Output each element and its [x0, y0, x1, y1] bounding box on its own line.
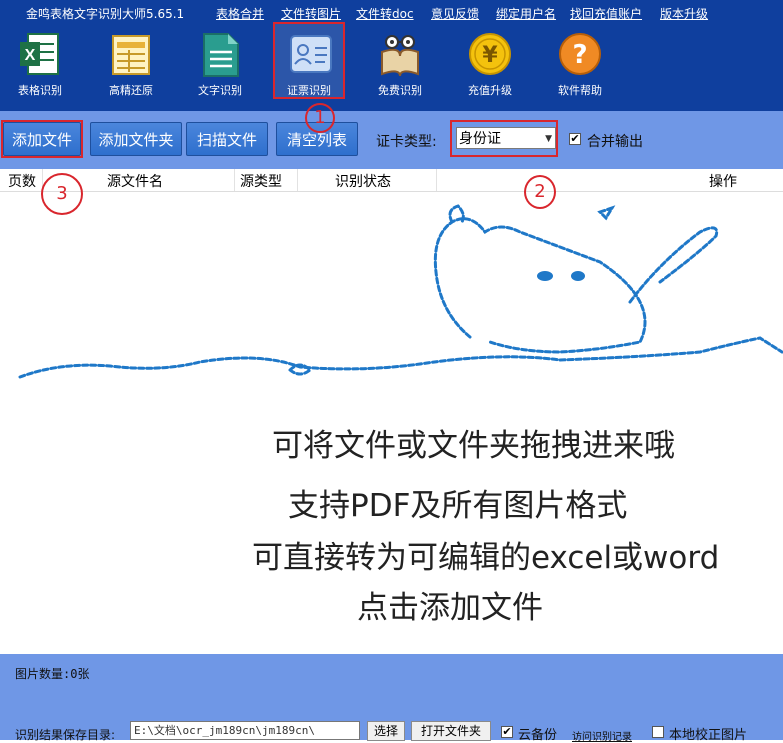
svg-text:?: ? [572, 40, 587, 70]
highlight-card-type [450, 120, 558, 157]
merge-output-label: 合并输出 [587, 134, 643, 150]
highlight-add-file [1, 120, 83, 158]
drop-hint-line-4[interactable]: 点击添加文件 [357, 582, 543, 627]
merge-output-checkbox[interactable]: ✔ [569, 133, 581, 145]
menu-version-upgrade[interactable]: 版本升级 [660, 5, 708, 22]
menu-recover-account[interactable]: 找回充值账户 [570, 5, 642, 22]
column-divider [297, 169, 298, 191]
app-title: 金鸣表格文字识别大师5.65.1 [26, 7, 185, 21]
menu-file-to-image[interactable]: 文件转图片 [281, 5, 341, 22]
menu-feedback[interactable]: 意见反馈 [431, 5, 479, 22]
action-toolbar: 添加文件 添加文件夹 扫描文件 清空列表 证卡类型: 身份证 ▼ ✔ 合并输出 [0, 111, 783, 169]
menu-bar: 金鸣表格文字识别大师5.65.1 表格合并 文件转图片 文件转doc 意见反馈 … [0, 5, 783, 23]
menu-bind-username[interactable]: 绑定用户名 [496, 5, 556, 22]
save-dir-label: 识别结果保存目录: [15, 728, 116, 742]
svg-text:¥: ¥ [482, 43, 498, 68]
add-folder-button[interactable]: 添加文件夹 [90, 122, 182, 156]
tool-high-precision-restore[interactable]: 高精还原 [95, 28, 167, 98]
help-icon: ? [559, 33, 601, 75]
column-source-file: 源文件名 [107, 174, 163, 190]
drop-hint-line-3: 可直接转为可编辑的excel或word [252, 540, 720, 576]
status-panel: 图片数量:0张 识别结果保存目录: E:\文档\ocr_jm189cn\jm18… [0, 654, 783, 743]
card-type-label: 证卡类型: [376, 134, 437, 150]
excel-icon: X [20, 33, 59, 75]
cloud-backup-checkbox[interactable]: ✔ [501, 726, 513, 738]
tool-recharge-upgrade[interactable]: ¥ 充值升级 [454, 28, 526, 98]
menu-file-to-doc[interactable]: 文件转doc [356, 5, 414, 22]
yen-coin-icon: ¥ [469, 33, 511, 75]
tool-free-recognition[interactable]: 免费识别 [364, 28, 436, 98]
tool-certificate-recognition[interactable]: 证票识别 [273, 22, 345, 99]
drop-hint-line-1: 可将文件或文件夹拖拽进来哦 [272, 428, 675, 464]
tool-label: 免费识别 [378, 84, 422, 97]
drag-doodle-illustration [18, 204, 783, 379]
column-source-type: 源类型 [240, 174, 282, 190]
document-icon [203, 33, 239, 77]
save-dir-input[interactable]: E:\文档\ocr_jm189cn\jm189cn\ [130, 721, 360, 740]
tool-label: 软件帮助 [558, 84, 602, 97]
id-card-icon [290, 35, 332, 73]
column-recognition-status: 识别状态 [335, 174, 391, 190]
table-restore-icon [112, 35, 150, 75]
cloud-backup-label: 云备份 [518, 728, 558, 743]
column-pages: 页数 [8, 174, 36, 190]
tool-label: 证票识别 [287, 84, 331, 97]
menu-table-merge[interactable]: 表格合并 [216, 5, 264, 22]
annotation-1: 1 [305, 103, 335, 133]
local-correct-label: 本地校正图片 [669, 728, 748, 743]
open-folder-button[interactable]: 打开文件夹 [411, 721, 491, 741]
tool-text-recognition[interactable]: 文字识别 [184, 28, 256, 98]
app-header: 金鸣表格文字识别大师5.65.1 表格合并 文件转图片 文件转doc 意见反馈 … [0, 0, 783, 133]
scan-file-button[interactable]: 扫描文件 [186, 122, 268, 156]
tool-label: 文字识别 [198, 84, 242, 97]
tool-label: 充值升级 [468, 84, 512, 97]
view-records-link[interactable]: 访问识别记录 [572, 728, 632, 743]
column-divider [234, 169, 235, 191]
image-count: 图片数量:0张 [15, 667, 90, 681]
tool-table-recognition[interactable]: X 表格识别 [4, 28, 76, 98]
tool-label: 表格识别 [18, 84, 62, 97]
browse-button[interactable]: 选择 [367, 721, 405, 741]
column-divider [436, 169, 437, 191]
file-table-header: 页数 源文件名 源类型 识别状态 操作 [0, 169, 783, 192]
file-drop-area[interactable]: 3 2 可将文件或文件夹拖拽进来哦 支持PDF及所有图片格式 可直接转为可编辑的… [0, 173, 783, 654]
svg-text:X: X [25, 47, 36, 64]
column-actions: 操作 [709, 174, 737, 190]
local-correct-checkbox[interactable] [652, 726, 664, 738]
book-glasses-icon [381, 35, 419, 77]
drop-hint-line-2: 支持PDF及所有图片格式 [288, 488, 628, 524]
tool-label: 高精还原 [109, 84, 153, 97]
tool-software-help[interactable]: ? 软件帮助 [544, 28, 616, 98]
